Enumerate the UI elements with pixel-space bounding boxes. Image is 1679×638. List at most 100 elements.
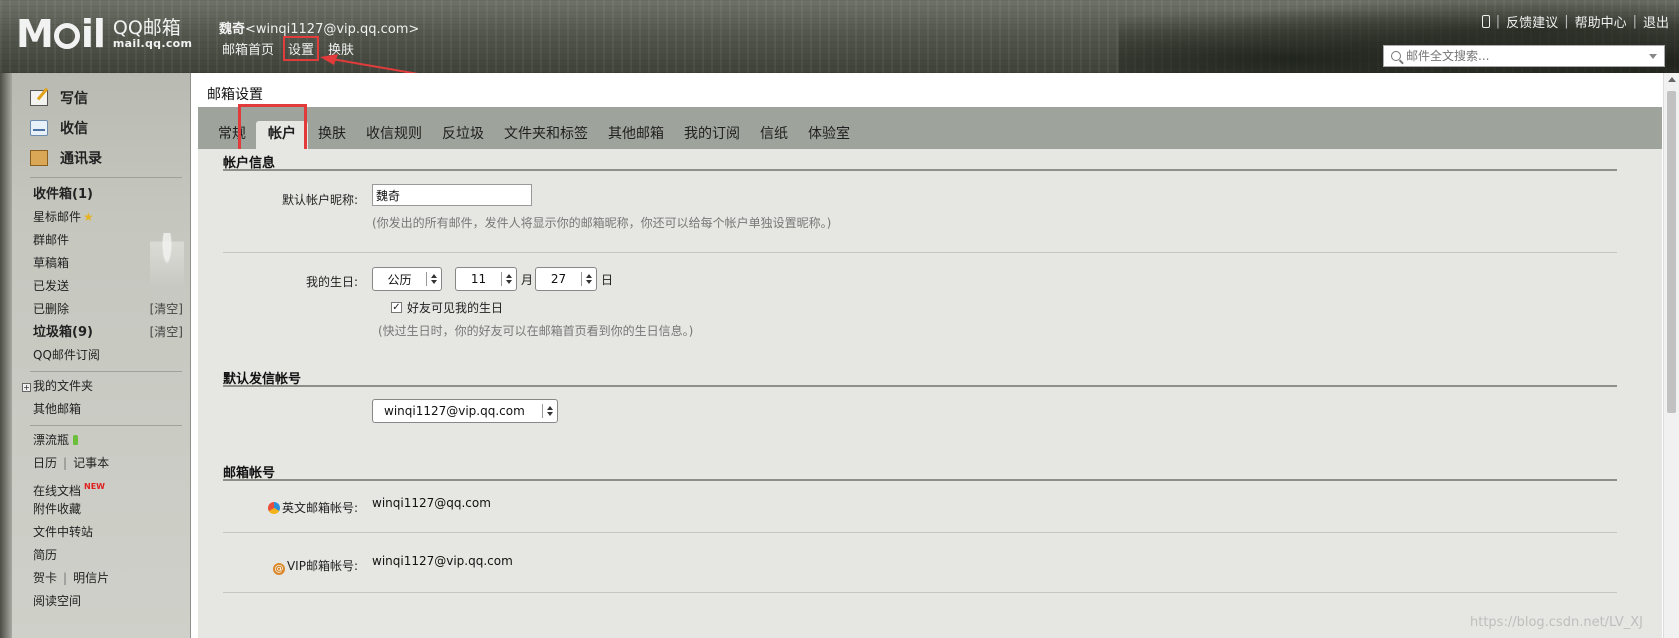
inbox-icon: [30, 120, 48, 136]
card-postcard-row: 贺卡 | 明信片: [33, 571, 110, 585]
phone-icon[interactable]: [1481, 15, 1490, 28]
calendar-notepad-row: 日历 | 记事本: [33, 456, 110, 470]
reading-space-item[interactable]: 阅读空间: [33, 590, 183, 613]
search-box[interactable]: [1383, 45, 1665, 67]
notepad-link[interactable]: 记事本: [73, 456, 109, 470]
scroll-up-icon[interactable]: [1668, 77, 1676, 82]
tab-subscriptions[interactable]: 我的订阅: [674, 121, 750, 149]
page-title: 邮箱设置: [207, 87, 263, 103]
friends-visible-checkbox[interactable]: ✓: [391, 302, 402, 313]
folder-subscriptions[interactable]: QQ邮件订阅: [33, 344, 183, 367]
tab-antispam[interactable]: 反垃圾: [432, 121, 494, 149]
tab-lab[interactable]: 体验室: [798, 121, 860, 149]
default-sender-select[interactable]: winqi1127@vip.qq.com: [372, 399, 558, 423]
my-folders-group: + 我的文件夹 其他邮箱: [22, 375, 172, 421]
nav-home-link[interactable]: 邮箱首页: [219, 38, 277, 59]
tab-skin[interactable]: 换肤: [308, 121, 356, 149]
watermark: https://blog.csdn.net/LV_XJ: [1469, 615, 1643, 630]
tab-rules[interactable]: 收信规则: [356, 121, 432, 149]
nav-settings-link[interactable]: 设置: [283, 36, 320, 61]
settings-tab-bar: 常规 帐户 换肤 收信规则 反垃圾 文件夹和标签 其他邮箱 我的订阅 信纸 体验…: [198, 107, 1662, 149]
folder-sent[interactable]: 已发送: [33, 275, 183, 298]
account-settings-panel: 帐户信息 默认帐户昵称: (你发出的所有邮件，发件人将显示你的邮箱昵称，你还可以…: [198, 149, 1662, 638]
logout-link[interactable]: 退出: [1643, 12, 1669, 31]
clear-deleted-link[interactable]: [清空]: [150, 298, 183, 321]
tools-list: 漂流瓶 日历 | 记事本 在线文档 NEW 附件收藏 文件中转站 简历 贺卡 | 明信片 …: [33, 429, 183, 613]
bottle-icon: [73, 435, 79, 445]
help-center-link[interactable]: 帮助中心: [1575, 12, 1627, 31]
birth-day-select[interactable]: 27: [535, 267, 597, 291]
english-account-value: winqi1127@qq.com: [372, 496, 491, 510]
compose-icon: [30, 90, 48, 106]
greeting-card-link[interactable]: 贺卡: [33, 571, 57, 585]
calendar-type-select[interactable]: 公历: [372, 267, 442, 291]
folder-list: 收件箱(1) 星标邮件 ★ 群邮件 草稿箱 已发送 已删除 [清空] 垃圾箱(9)[…: [33, 183, 183, 367]
tab-other-mailbox[interactable]: 其他邮箱: [598, 121, 674, 149]
settings-main: 邮箱设置 常规 帐户 换肤 收信规则 反垃圾 文件夹和标签 其他邮箱 我的订阅 …: [191, 73, 1663, 638]
nickname-input[interactable]: [372, 184, 532, 206]
online-docs-item[interactable]: 在线文档 NEW: [33, 475, 183, 498]
sidebar-divider: [30, 371, 182, 372]
day-unit: 日: [601, 273, 614, 287]
month-unit: 月: [521, 273, 534, 287]
folder-spam[interactable]: 垃圾箱(9) [清空]: [33, 321, 183, 344]
my-folders-item[interactable]: + 我的文件夹: [22, 375, 172, 398]
drift-bottle-item[interactable]: 漂流瓶: [33, 429, 183, 452]
vip-account-value: winqi1127@vip.qq.com: [372, 554, 513, 568]
english-account-label: 英文邮箱帐号:: [218, 499, 358, 516]
folder-deleted[interactable]: 已删除 [清空]: [33, 298, 183, 321]
friends-visible-label[interactable]: 好友可见我的生日: [407, 299, 503, 316]
vip-account-label: @ VIP邮箱帐号:: [272, 559, 358, 575]
sidebar: 写信 收信 通讯录 收件箱(1) 星标邮件 ★ 群邮件 草稿箱 已发送 已删除 [清…: [0, 73, 191, 638]
logo-brand: QQ邮箱 mail.qq.com: [112, 16, 193, 51]
attachments-item[interactable]: 附件收藏: [33, 498, 183, 521]
folder-starred[interactable]: 星标邮件 ★: [33, 206, 183, 229]
search-dropdown-icon[interactable]: [1649, 53, 1657, 59]
file-transfer-item[interactable]: 文件中转站: [33, 521, 183, 544]
new-badge: NEW: [84, 482, 105, 491]
nickname-hint: (你发出的所有邮件，发件人将显示你的邮箱昵称，你还可以给每个帐户单独设置昵称。): [372, 216, 832, 230]
expand-icon[interactable]: +: [22, 383, 31, 392]
top-header: Mil QQ邮箱 mail.qq.com 魏奇<winqi1127@vip.qq…: [0, 0, 1679, 73]
nickname-label: 默认帐户昵称:: [281, 193, 358, 207]
tab-stationery[interactable]: 信纸: [750, 121, 798, 149]
brand-domain: mail.qq.com: [112, 37, 193, 51]
tab-folders-labels[interactable]: 文件夹和标签: [494, 121, 598, 149]
user-info: 魏奇<winqi1127@vip.qq.com>: [219, 18, 419, 37]
spinner-icon: [502, 274, 516, 284]
user-nickname[interactable]: 魏奇: [219, 22, 245, 37]
feedback-link[interactable]: 反馈建议: [1506, 12, 1558, 31]
calendar-link[interactable]: 日历: [33, 456, 57, 470]
search-input[interactable]: [1406, 49, 1649, 63]
sidebar-divider: [30, 177, 182, 178]
user-email: <winqi1127@vip.qq.com>: [245, 22, 420, 37]
birthday-label: 我的生日:: [305, 275, 358, 289]
compose-button[interactable]: 写信: [30, 83, 102, 113]
postcard-link[interactable]: 明信片: [73, 571, 109, 585]
other-mailbox-item[interactable]: 其他邮箱: [22, 398, 172, 421]
logo-mark: Mil: [16, 12, 106, 56]
spinner-icon: [427, 274, 441, 284]
star-icon: ★: [83, 210, 94, 224]
contacts-icon: [30, 150, 48, 166]
primary-actions: 写信 收信 通讯录: [30, 83, 102, 173]
qq-icon: [267, 502, 280, 514]
search-icon[interactable]: [1391, 51, 1401, 61]
clear-spam-link[interactable]: [清空]: [150, 321, 183, 344]
top-links: | 反馈建议 | 帮助中心 | 退出: [1481, 12, 1669, 31]
brand-name: QQ邮箱: [112, 16, 181, 39]
spinner-icon: [582, 274, 596, 284]
resume-item[interactable]: 简历: [33, 544, 183, 567]
sidebar-divider: [30, 425, 182, 426]
birthday-hint: (快过生日时，你的好友可以在邮箱首页看到你的生日信息。): [378, 324, 694, 338]
folder-group-mail[interactable]: 群邮件: [33, 229, 183, 252]
at-icon: @: [272, 563, 285, 575]
logo[interactable]: Mil QQ邮箱 mail.qq.com: [16, 14, 192, 54]
contacts-button[interactable]: 通讯录: [30, 143, 102, 173]
receive-button[interactable]: 收信: [30, 113, 102, 143]
folder-inbox[interactable]: 收件箱(1): [33, 183, 183, 206]
scrollbar-thumb[interactable]: [1667, 91, 1676, 413]
birth-month-select[interactable]: 11: [455, 267, 517, 291]
folder-drafts[interactable]: 草稿箱: [33, 252, 183, 275]
vertical-scrollbar[interactable]: [1663, 73, 1679, 638]
